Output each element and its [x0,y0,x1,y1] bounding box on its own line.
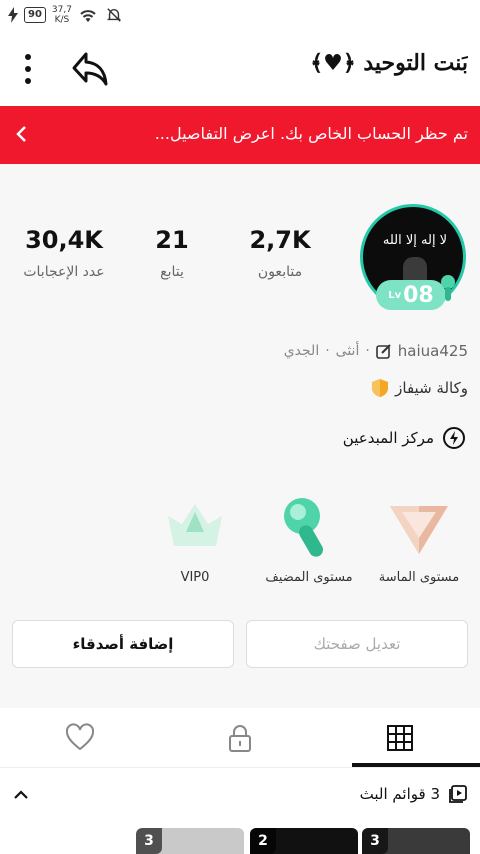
playlists-label: 3 قوائم البث [359,785,440,803]
lightning-icon [443,427,465,449]
host-level[interactable]: مستوى المضيف [254,494,364,585]
meta-separator: · [365,343,370,359]
playlist-count: 3 [136,828,162,854]
ban-notice-banner[interactable]: تم حظر الحساب الخاص بك. اعرض التفاصيل... [0,106,480,164]
tab-private[interactable] [160,708,320,768]
shield-icon [372,379,389,397]
level-label: VIP0 [180,570,210,585]
share-icon[interactable] [70,50,110,88]
ban-notice-text: تم حظر الحساب الخاص بك. اعرض التفاصيل... [154,124,468,143]
stat-label: متابعون [257,264,303,280]
network-speed: 37,7 K/S [52,5,72,25]
mute-bell-icon [106,8,122,22]
playlist-thumbnail[interactable]: 2 [250,828,358,854]
content-tabs [0,708,480,768]
status-bar: 90 37,7 K/S [0,0,480,32]
level-prefix: Lv [388,289,402,301]
microphone-level-icon [284,498,323,557]
stat-followers[interactable]: 2,7K متابعون [225,226,335,280]
level-label: مستوى الماسة [378,570,460,585]
meta-separator: · [325,343,330,359]
stat-value: 2,7K [249,226,311,254]
profile-header: بَنت التوحيد ﴿♥﴾ [0,38,480,100]
profile-display-name: بَنت التوحيد ﴿♥﴾ [310,50,468,76]
vip-level[interactable]: VIP0 [140,494,250,585]
playlists-header: 3 قوائم البث [360,784,468,804]
playlist-thumbnail[interactable]: 3 [136,828,244,854]
active-tab-indicator [352,763,480,767]
chevron-up-icon[interactable] [12,786,30,804]
avatar-flag-text: لا إله إلا الله [382,233,448,248]
user-meta-row: haiua425 · أنثى · الجدي [284,342,468,360]
battery-level: 90 [24,7,46,23]
level-label: مستوى المضيف [265,570,353,585]
creator-center-row[interactable]: مركز المبدعين [343,426,466,450]
charging-icon [8,7,18,23]
stat-label: عدد الإعجابات [23,264,105,280]
user-zodiac: الجدي [283,343,320,359]
vip-badge-icon [168,504,222,546]
tab-videos[interactable] [320,708,480,768]
grid-icon [387,725,413,751]
lock-icon [229,725,251,752]
playlist-count: 3 [362,828,388,854]
stat-label: يتابع [160,264,184,280]
more-options-icon[interactable] [14,52,42,86]
chevron-left-icon [16,126,26,142]
playlist-icon [449,785,467,803]
speed-value: 37,7 [51,5,72,15]
user-handle[interactable]: haiua425 [398,342,468,360]
tab-likes[interactable] [0,708,160,768]
battery-indicator: 90 [24,7,46,23]
user-gender: أنثى [335,343,360,359]
level-number: 08 [403,282,434,308]
stat-following[interactable]: 21 يتابع [117,226,227,280]
speed-unit: K/S [54,15,70,25]
microphone-icon [441,275,455,301]
user-level-badge: Lv 08 [376,275,455,310]
add-friends-button[interactable]: إضافة أصدقاء [12,620,234,668]
agency-row[interactable]: وكالة شيفاز [371,378,468,398]
playlist-thumbnail[interactable]: 3 [362,828,470,854]
stat-value: 30,4K [25,226,103,254]
playlists-row[interactable]: 3 قوائم البث [0,776,480,816]
edit-icon[interactable] [375,343,392,359]
playlist-count: 2 [250,828,276,854]
stat-likes[interactable]: 30,4K عدد الإعجابات [9,226,119,280]
heart-icon [65,723,95,751]
status-left: 90 37,7 K/S [8,5,124,25]
edit-profile-button[interactable]: تعديل صفحتك [246,620,468,668]
diamond-level[interactable]: مستوى الماسة [364,494,474,585]
agency-name: وكالة شيفاز [395,379,468,397]
diamond-level-icon [390,506,448,554]
stat-value: 21 [155,226,189,254]
wifi-icon [80,10,96,22]
creator-center-label: مركز المبدعين [342,429,434,447]
